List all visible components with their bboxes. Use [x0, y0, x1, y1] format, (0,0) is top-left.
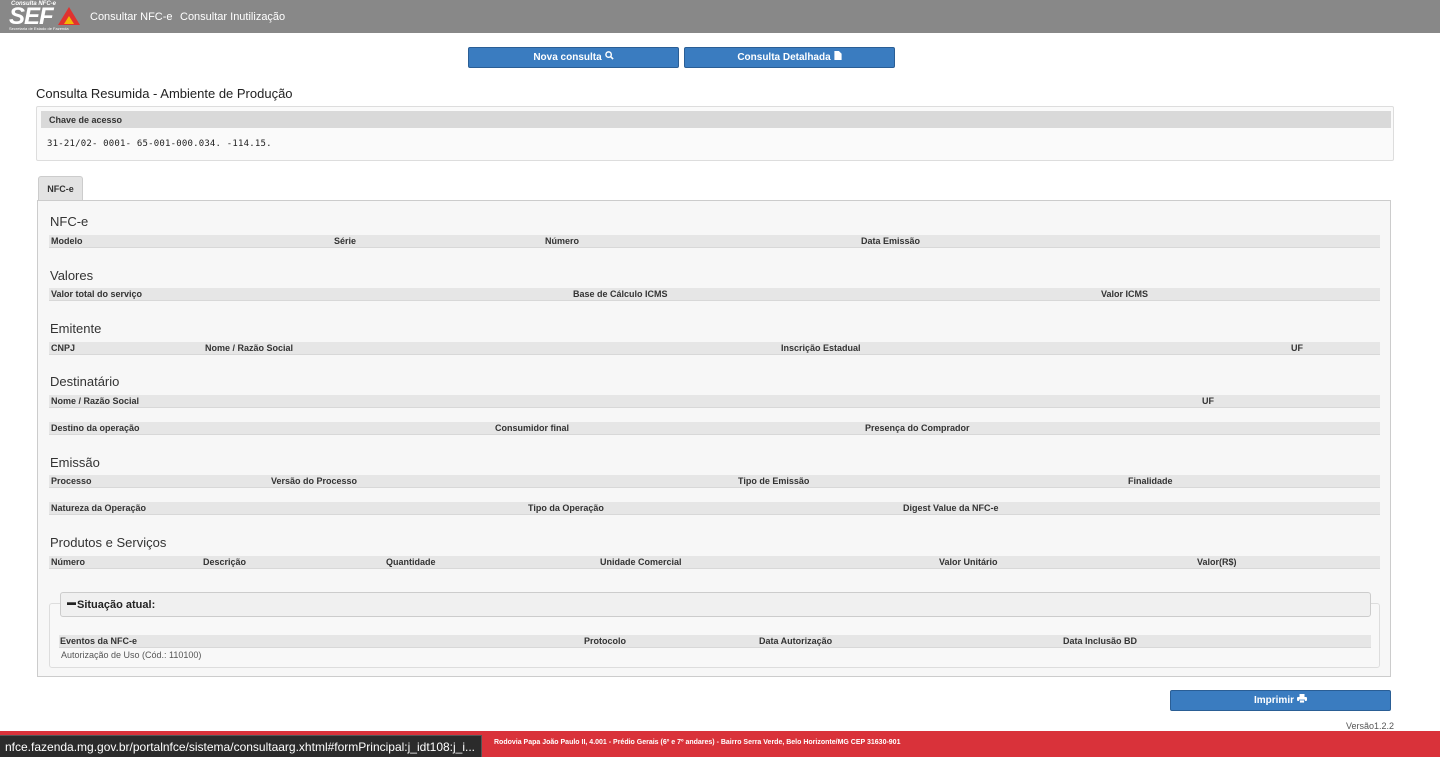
header-eventos: Eventos da NFC-e: [60, 636, 138, 646]
header-processo: Processo: [51, 476, 92, 486]
tab-nfce[interactable]: NFC-e: [38, 176, 83, 201]
destinatario-header-row-2: Destino da operação Consumidor final Pre…: [49, 422, 1380, 435]
destinatario-header-row: Nome / Razão Social UF: [49, 395, 1380, 408]
header-prod-valor: Valor(R$): [1197, 557, 1237, 567]
page-title: Consulta Resumida - Ambiente de Produção: [36, 86, 293, 101]
header-protocolo: Protocolo: [584, 636, 626, 646]
logo-triangle-inner-icon: [64, 16, 74, 24]
header-dest-uf: UF: [1202, 396, 1214, 406]
header-numero: Número: [545, 236, 580, 246]
header-nome-razao: Nome / Razão Social: [205, 343, 294, 353]
header-destino-operacao: Destino da operação: [51, 423, 140, 433]
section-title-nfce: NFC-e: [50, 214, 89, 229]
header-finalidade: Finalidade: [1128, 476, 1173, 486]
nfce-header-row: Modelo Série Número Data Emissão: [49, 235, 1380, 248]
chave-acesso-label: Chave de acesso: [41, 111, 1391, 128]
browser-status-url: nfce.fazenda.mg.gov.br/portalnfce/sistem…: [0, 735, 483, 757]
print-icon: [1297, 691, 1307, 710]
consulta-detalhada-label: Consulta Detalhada: [737, 52, 831, 63]
header-prod-unidade: Unidade Comercial: [600, 557, 682, 567]
header-versao-processo: Versão do Processo: [271, 476, 358, 486]
header-digest-value: Digest Value da NFC-e: [903, 503, 999, 513]
imprimir-label: Imprimir: [1253, 695, 1294, 706]
header-natureza-operacao: Natureza da Operação: [51, 503, 147, 513]
emissao-header-row: Processo Versão do Processo Tipo de Emis…: [49, 475, 1380, 488]
header-prod-numero: Número: [51, 557, 86, 567]
footer-address: Rodovia Papa João Paulo II, 4.001 - Préd…: [494, 739, 901, 746]
document-icon: [834, 48, 842, 67]
header-presenca-comprador: Presença do Comprador: [865, 423, 970, 433]
valores-header-row: Valor total do serviço Base de Cálculo I…: [49, 288, 1380, 301]
header-valor-icms: Valor ICMS: [1101, 289, 1149, 299]
situacao-header-row: Eventos da NFC-e Protocolo Data Autoriza…: [59, 635, 1371, 648]
section-title-destinatario: Destinatário: [50, 374, 120, 389]
section-title-emissao: Emissão: [50, 455, 100, 470]
nova-consulta-button[interactable]: Nova consulta: [468, 47, 679, 68]
situacao-title: Situação atual:: [77, 599, 156, 611]
logo-sub-text: Secretaria de Estado de Fazenda: [9, 26, 69, 31]
imprimir-button[interactable]: Imprimir: [1170, 690, 1391, 711]
header-uf: UF: [1291, 343, 1303, 353]
header-consumidor-final: Consumidor final: [495, 423, 569, 433]
header-valor-total: Valor total do serviço: [51, 289, 143, 299]
header-prod-valor-unitario: Valor Unitário: [939, 557, 998, 567]
header-tipo-emissao: Tipo de Emissão: [738, 476, 810, 486]
section-title-valores: Valores: [50, 268, 94, 283]
version-text: Versão1.2.2: [1345, 721, 1394, 731]
header-dest-nome: Nome / Razão Social: [51, 396, 140, 406]
nav-consultar-inutilizacao[interactable]: Consultar Inutilização: [180, 11, 285, 23]
consulta-detalhada-button[interactable]: Consulta Detalhada: [684, 47, 895, 68]
header-modelo: Modelo: [51, 236, 83, 246]
header-serie: Série: [334, 236, 357, 246]
header-cnpj: CNPJ: [51, 343, 76, 353]
section-title-emitente: Emitente: [50, 321, 102, 336]
section-title-produtos: Produtos e Serviços: [50, 535, 167, 550]
evento-autorizacao: Autorização de Uso (Cód.: 110100): [61, 650, 202, 660]
collapse-icon[interactable]: ▬: [67, 597, 76, 607]
emitente-header-row: CNPJ Nome / Razão Social Inscrição Estad…: [49, 342, 1380, 355]
search-icon: [604, 48, 614, 67]
header-data-autorizacao: Data Autorização: [759, 636, 833, 646]
header-tipo-operacao: Tipo da Operação: [528, 503, 604, 513]
situacao-legend[interactable]: ▬Situação atual:: [60, 592, 1371, 617]
header-inscricao-estadual: Inscrição Estadual: [781, 343, 861, 353]
header-data-inclusao: Data Inclusão BD: [1063, 636, 1138, 646]
chave-acesso-value: 31-21/02- 0001- 65-001-000.034. -114.15.: [47, 139, 272, 149]
top-navbar: Consulta NFC-e SEF Secretaria de Estado …: [0, 0, 1440, 33]
header-prod-descricao: Descrição: [203, 557, 247, 567]
nova-consulta-label: Nova consulta: [533, 52, 602, 63]
header-base-calculo: Base de Cálculo ICMS: [573, 289, 668, 299]
emissao-header-row-2: Natureza da Operação Tipo da Operação Di…: [49, 502, 1380, 515]
produtos-header-row: Número Descrição Quantidade Unidade Come…: [49, 556, 1380, 569]
chave-acesso-panel: Chave de acesso 31-21/02- 0001- 65-001-0…: [36, 106, 1394, 161]
header-prod-quantidade: Quantidade: [386, 557, 436, 567]
nav-consultar-nfce[interactable]: Consultar NFC-e: [90, 11, 173, 23]
header-data-emissao: Data Emissão: [861, 236, 921, 246]
sef-logo[interactable]: Consulta NFC-e SEF Secretaria de Estado …: [6, 1, 82, 32]
